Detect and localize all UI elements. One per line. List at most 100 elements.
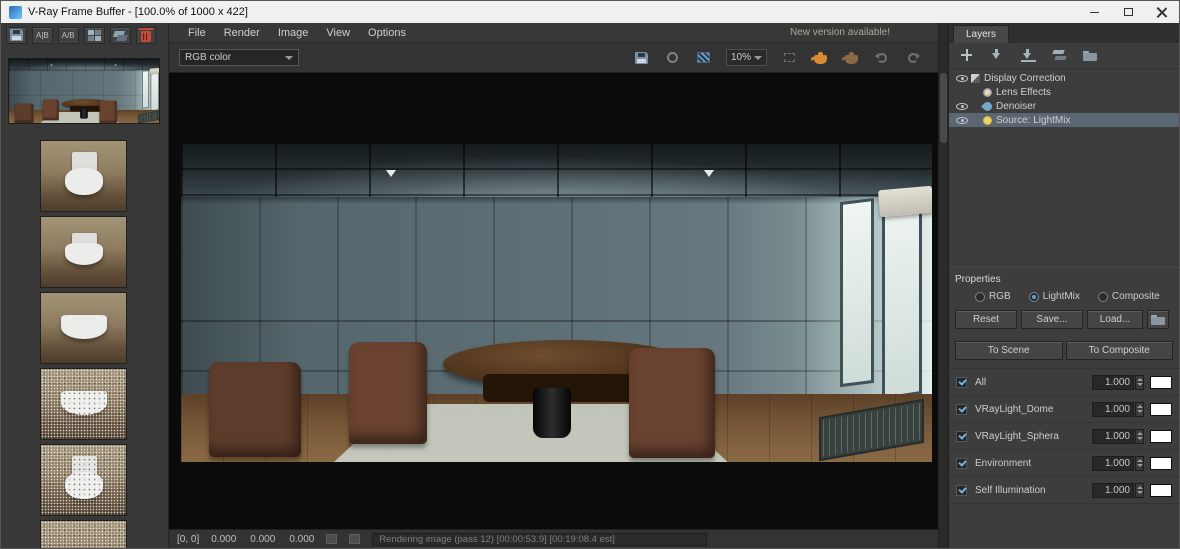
render-button[interactable] (811, 50, 829, 66)
light-multiplier-input[interactable]: 1.000 (1092, 482, 1134, 498)
compare-vertical-button[interactable]: A/B (57, 26, 79, 44)
add-layer-icon[interactable] (959, 49, 974, 62)
layer-row-display-correction[interactable]: Display Correction (949, 71, 1179, 85)
properties-title: Properties (955, 274, 1001, 285)
scene-window (142, 70, 149, 109)
layer-row-source-lightmix[interactable]: Source: LightMix (949, 113, 1179, 127)
scene-armchair (14, 103, 34, 123)
history-thumbnail-toilet-1[interactable] (40, 140, 127, 212)
layer-row-lens-effects[interactable]: Lens Effects (949, 85, 1179, 99)
scrollbar-handle[interactable] (940, 73, 947, 143)
layers-toolbar (949, 43, 1179, 69)
checkbox-icon[interactable] (956, 376, 967, 388)
vertical-scrollbar[interactable] (938, 23, 948, 548)
compare-horizontal-button[interactable]: A|B (32, 26, 53, 44)
render-last-button[interactable] (664, 50, 682, 66)
layer-stack-icon[interactable] (1052, 49, 1067, 62)
load-layers-icon[interactable] (990, 49, 1005, 62)
set-ab-button[interactable] (109, 26, 131, 44)
save-to-history-button[interactable] (6, 26, 27, 44)
checkbox-icon[interactable] (956, 403, 967, 415)
history-thumbnail-toilet-3[interactable] (40, 292, 127, 364)
force-color-clamping-button[interactable] (695, 50, 713, 66)
scene-armchair (42, 99, 59, 121)
checkbox-icon[interactable] (956, 484, 967, 496)
history-preview[interactable] (8, 58, 160, 124)
redo-button[interactable] (904, 50, 922, 66)
layer-label: Denoiser (996, 100, 1037, 112)
light-color-swatch[interactable] (1150, 375, 1172, 389)
zoom-value: 10% (730, 52, 751, 63)
visibility-eye-icon[interactable] (956, 102, 968, 110)
light-multiplier-input[interactable]: 1.000 (1092, 401, 1134, 417)
spinner-control[interactable] (1135, 428, 1144, 444)
clear-history-button[interactable] (135, 26, 156, 44)
new-version-notice[interactable]: New version available! (790, 27, 890, 38)
render-image[interactable] (9, 59, 159, 123)
save-image-button[interactable] (633, 50, 651, 66)
menu-image[interactable]: Image (269, 25, 318, 41)
region-render-button[interactable] (780, 50, 798, 66)
undo-button[interactable] (873, 50, 891, 66)
mode-rgb-label: RGB (989, 291, 1011, 302)
spinner-control[interactable] (1135, 401, 1144, 417)
pixel-red-value: 0.000 (211, 533, 237, 545)
light-row-all: All 1.000 (949, 369, 1179, 396)
thumb-shape (61, 391, 107, 415)
load-lightmix-button[interactable]: Load... (1087, 310, 1143, 329)
menu-view[interactable]: View (317, 25, 359, 41)
mode-composite[interactable]: Composite (1097, 291, 1160, 302)
maximize-button[interactable] (1111, 1, 1145, 23)
copy-color-icon[interactable] (326, 534, 338, 544)
visibility-eye-icon[interactable] (956, 74, 968, 82)
light-multiplier-input[interactable]: 1.000 (1092, 428, 1134, 444)
channel-select[interactable]: RGB color (179, 49, 299, 66)
checker-icon (697, 52, 711, 63)
close-button[interactable] (1145, 1, 1179, 23)
light-color-swatch[interactable] (1150, 483, 1172, 497)
checkbox-icon[interactable] (956, 457, 967, 469)
scene-ac-unit (149, 67, 159, 75)
checkbox-icon[interactable] (956, 430, 967, 442)
history-panel: A|B A/B (1, 23, 169, 548)
light-color-swatch[interactable] (1150, 456, 1172, 470)
menu-render[interactable]: Render (215, 25, 269, 41)
mode-lightmix[interactable]: LightMix (1028, 291, 1080, 302)
compare-quad-button[interactable] (83, 26, 105, 44)
scene-window (840, 197, 874, 388)
history-thumbnail-toilet-2[interactable] (40, 216, 127, 288)
maximize-icon (1123, 8, 1133, 16)
menu-options[interactable]: Options (359, 25, 415, 41)
mode-rgb[interactable]: RGB (975, 291, 1011, 302)
pixel-info-icon[interactable] (349, 534, 361, 544)
render-interactive-button[interactable] (842, 50, 860, 66)
history-thumbnail-toilet-4[interactable] (40, 368, 127, 440)
thumb-shape (65, 472, 103, 499)
minimize-button[interactable] (1077, 1, 1111, 23)
menu-file[interactable]: File (179, 25, 215, 41)
spinner-control[interactable] (1135, 482, 1144, 498)
save-layers-icon[interactable] (1021, 49, 1036, 62)
history-thumbnail-toilet-5[interactable] (40, 444, 127, 516)
light-multiplier-input[interactable]: 1.000 (1092, 455, 1134, 471)
zoom-control[interactable]: 10% (725, 49, 767, 66)
spinner-control[interactable] (1135, 374, 1144, 390)
tab-layers[interactable]: Layers (953, 25, 1010, 43)
light-color-swatch[interactable] (1150, 429, 1172, 443)
to-composite-button[interactable]: To Composite (1065, 341, 1173, 360)
reset-button[interactable]: Reset (955, 310, 1017, 329)
thumb-shape (61, 315, 107, 339)
save-lightmix-button[interactable]: Save... (1021, 310, 1083, 329)
light-color-swatch[interactable] (1150, 402, 1172, 416)
layer-row-denoiser[interactable]: Denoiser (949, 99, 1179, 113)
spinner-control[interactable] (1135, 455, 1144, 471)
history-thumbnail-toilet-6[interactable] (40, 520, 127, 548)
browse-button[interactable] (1147, 310, 1169, 329)
light-multiplier-input[interactable]: 1.000 (1092, 374, 1134, 390)
to-scene-button[interactable]: To Scene (955, 341, 1063, 360)
title-bar[interactable]: V-Ray Frame Buffer - [100.0% of 1000 x 4… (1, 1, 1179, 23)
layer-folder-icon[interactable] (1083, 49, 1098, 62)
render-image[interactable] (181, 142, 932, 462)
visibility-eye-icon[interactable] (956, 116, 968, 124)
pixel-green-value: 0.000 (250, 533, 276, 545)
